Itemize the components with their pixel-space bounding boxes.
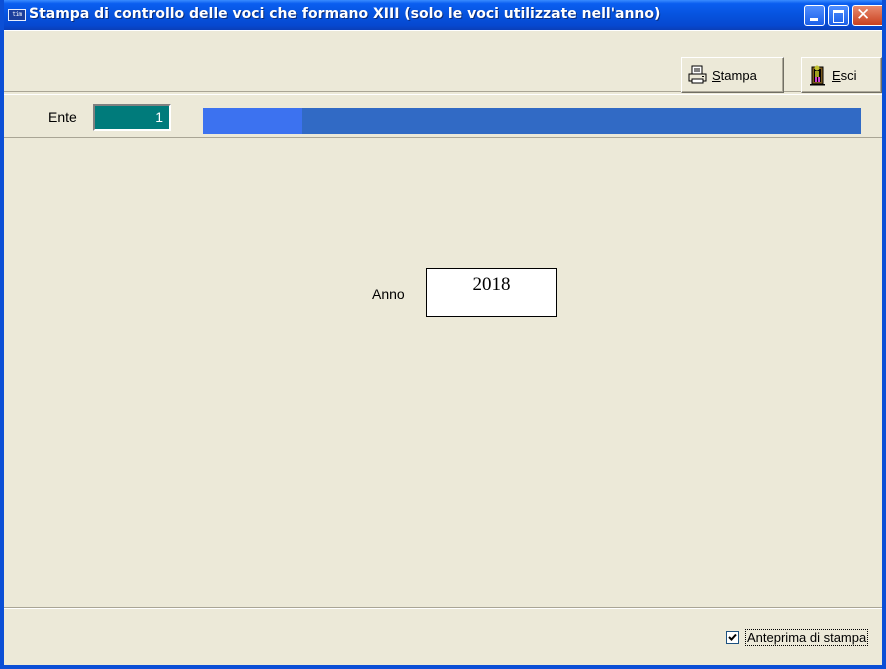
progress-fill <box>203 108 302 134</box>
checkmark-icon <box>728 633 737 641</box>
anteprima-option[interactable]: Anteprima di stampa <box>726 629 869 646</box>
title-bar[interactable]: tim Stampa di controllo delle voci che f… <box>4 0 882 30</box>
progress-bar <box>203 108 861 134</box>
ente-row: Ente 1 <box>4 94 882 138</box>
stampa-button[interactable]: Stampa <box>681 57 784 93</box>
anteprima-checkbox[interactable] <box>726 631 739 644</box>
exit-door-icon <box>806 64 830 86</box>
maximize-button[interactable] <box>828 5 849 26</box>
window-title: Stampa di controllo delle voci che forma… <box>29 6 661 22</box>
bottom-panel: Anteprima di stampa <box>4 607 882 665</box>
minimize-button[interactable] <box>804 5 825 26</box>
anno-label: Anno <box>372 286 405 302</box>
close-button[interactable]: ✕ <box>852 5 882 26</box>
anno-input[interactable]: 2018 <box>426 268 557 317</box>
stampa-label: Stampa <box>712 67 757 83</box>
toolbar: Stampa Esci <box>4 30 882 93</box>
ente-field[interactable]: 1 <box>93 104 171 131</box>
esci-label: Esci <box>832 67 857 83</box>
app-icon[interactable]: tim <box>8 9 26 21</box>
esci-button[interactable]: Esci <box>801 57 882 93</box>
anteprima-label: Anteprima di stampa <box>745 629 869 646</box>
app-window: tim Stampa di controllo delle voci che f… <box>0 0 886 669</box>
ente-label: Ente <box>48 109 77 125</box>
printer-icon <box>686 64 710 86</box>
close-icon: ✕ <box>856 5 871 25</box>
